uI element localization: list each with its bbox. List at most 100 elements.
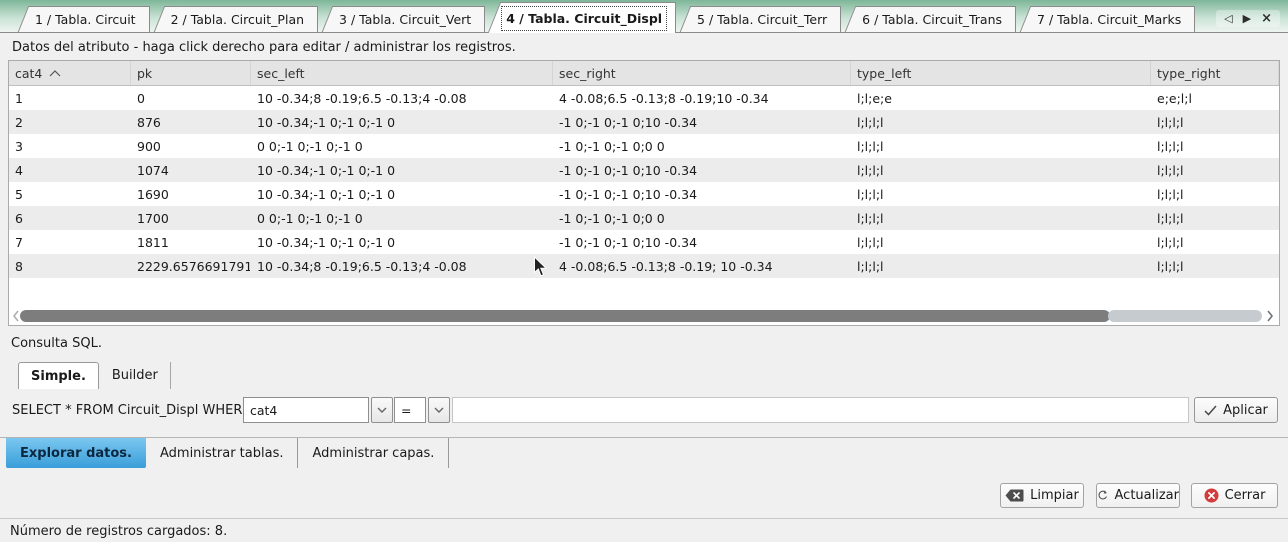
cell-sec_right[interactable]: -1 0;-1 0;-1 0;0 0 — [553, 134, 851, 158]
scrollbar-track[interactable] — [1108, 310, 1262, 322]
cell-sec_right[interactable]: -1 0;-1 0;-1 0;10 -0.34 — [553, 158, 851, 182]
cell-type_left[interactable]: l;l;l;l — [851, 182, 1151, 206]
cell-type_right[interactable]: l;l;l;l — [1151, 134, 1279, 158]
tab-close-icon[interactable]: × — [1261, 12, 1272, 25]
cell-sec_left[interactable]: 10 -0.34;-1 0;-1 0;-1 0 — [251, 182, 553, 206]
cell-pk[interactable]: 1811 — [131, 230, 251, 254]
column-header-label: type_right — [1157, 66, 1221, 81]
clear-button[interactable]: Limpiar — [1000, 483, 1084, 508]
table-tab[interactable]: 1 / Tabla. Circuit — [31, 6, 150, 32]
table-tab[interactable]: 2 / Tabla. Circuit_Plan — [167, 6, 318, 32]
cell-type_right[interactable]: l;l;l;l — [1151, 182, 1279, 206]
cell-type_right[interactable]: l;l;l;l — [1151, 206, 1279, 230]
cell-pk[interactable]: 1700 — [131, 206, 251, 230]
tab-simple[interactable]: Simple. — [18, 362, 99, 389]
column-select[interactable]: cat4 — [243, 397, 393, 423]
cell-pk[interactable]: 1690 — [131, 182, 251, 206]
cell-cat4[interactable]: 2 — [9, 110, 131, 134]
scroll-right-icon[interactable] — [1264, 309, 1276, 323]
column-header-sec_left[interactable]: sec_left — [251, 61, 553, 85]
cell-sec_right[interactable]: -1 0;-1 0;-1 0;0 0 — [553, 206, 851, 230]
cell-sec_right[interactable]: -1 0;-1 0;-1 0;10 -0.34 — [553, 230, 851, 254]
table-row[interactable]: 5169010 -0.34;-1 0;-1 0;-1 0-1 0;-1 0;-1… — [9, 182, 1279, 206]
column-header-type_left[interactable]: type_left — [851, 61, 1151, 85]
table-row[interactable]: 287610 -0.34;-1 0;-1 0;-1 0-1 0;-1 0;-1 … — [9, 110, 1279, 134]
cell-sec_left[interactable]: 10 -0.34;-1 0;-1 0;-1 0 — [251, 158, 553, 182]
table-row[interactable]: 82229.6576691791610 -0.34;8 -0.19;6.5 -0… — [9, 254, 1279, 278]
cell-pk[interactable]: 900 — [131, 134, 251, 158]
table-tab[interactable]: 6 / Tabla. Circuit_Trans — [858, 6, 1016, 32]
where-value-input[interactable] — [452, 397, 1189, 423]
table-row[interactable]: 7181110 -0.34;-1 0;-1 0;-1 0-1 0;-1 0;-1… — [9, 230, 1279, 254]
cell-type_left[interactable]: l;l;l;l — [851, 110, 1151, 134]
table-row[interactable]: 1010 -0.34;8 -0.19;6.5 -0.13;4 -0.084 -0… — [9, 86, 1279, 110]
cell-cat4[interactable]: 4 — [9, 158, 131, 182]
table-row[interactable]: 4107410 -0.34;-1 0;-1 0;-1 0-1 0;-1 0;-1… — [9, 158, 1279, 182]
tab-administrar-tablas-label: Administrar tablas. — [160, 446, 284, 461]
chevron-down-icon[interactable] — [428, 397, 450, 423]
table-body: 1010 -0.34;8 -0.19;6.5 -0.13;4 -0.084 -0… — [9, 86, 1279, 278]
cell-cat4[interactable]: 6 — [9, 206, 131, 230]
table-tab[interactable]: 4 / Tabla. Circuit_Displ — [502, 2, 676, 33]
cell-type_left[interactable]: l;l;l;l — [851, 254, 1151, 278]
cell-cat4[interactable]: 8 — [9, 254, 131, 278]
operator-select[interactable]: = — [394, 397, 450, 423]
apply-button[interactable]: Aplicar — [1194, 397, 1278, 423]
table-tab-label: 7 / Tabla. Circuit_Marks — [1037, 12, 1181, 27]
horizontal-scrollbar[interactable] — [10, 308, 1278, 324]
tab-explorar-datos[interactable]: Explorar datos. — [6, 438, 146, 468]
column-header-cat4[interactable]: cat4 — [9, 61, 131, 85]
table-row[interactable]: 39000 0;-1 0;-1 0;-1 0-1 0;-1 0;-1 0;0 0… — [9, 134, 1279, 158]
table-tab[interactable]: 3 / Tabla. Circuit_Vert — [335, 6, 485, 32]
cell-sec_right[interactable]: -1 0;-1 0;-1 0;10 -0.34 — [553, 182, 851, 206]
cell-pk[interactable]: 2229.65766917916 — [131, 254, 251, 278]
cell-type_left[interactable]: l;l;l;l — [851, 206, 1151, 230]
tab-scroll-right-icon[interactable]: ▶ — [1243, 13, 1251, 24]
cell-sec_left[interactable]: 10 -0.34;-1 0;-1 0;-1 0 — [251, 230, 553, 254]
cell-cat4[interactable]: 5 — [9, 182, 131, 206]
tab-administrar-capas[interactable]: Administrar capas. — [298, 438, 449, 468]
cell-type_right[interactable]: l;l;l;l — [1151, 230, 1279, 254]
cell-sec_left[interactable]: 0 0;-1 0;-1 0;-1 0 — [251, 206, 553, 230]
cell-sec_left[interactable]: 10 -0.34;-1 0;-1 0;-1 0 — [251, 110, 553, 134]
table-row[interactable]: 617000 0;-1 0;-1 0;-1 0-1 0;-1 0;-1 0;0 … — [9, 206, 1279, 230]
cell-sec_left[interactable]: 10 -0.34;8 -0.19;6.5 -0.13;4 -0.08 — [251, 86, 553, 110]
sort-asc-icon — [49, 70, 61, 77]
column-header-type_right[interactable]: type_right — [1151, 61, 1279, 85]
attribute-table: cat4pksec_leftsec_righttype_left type_rig… — [8, 60, 1280, 326]
operator-select-value[interactable]: = — [394, 397, 426, 423]
cell-sec_right[interactable]: -1 0;-1 0;-1 0;10 -0.34 — [553, 110, 851, 134]
column-header-pk[interactable]: pk — [131, 61, 251, 85]
table-tab[interactable]: 7 / Tabla. Circuit_Marks — [1033, 6, 1195, 32]
table-tab[interactable]: 5 / Tabla. Circuit_Terr — [693, 6, 841, 32]
cell-sec_right[interactable]: 4 -0.08;6.5 -0.13;8 -0.19; 10 -0.34 — [553, 254, 851, 278]
chevron-down-icon[interactable] — [371, 397, 393, 423]
clear-button-label: Limpiar — [1030, 488, 1079, 503]
bottom-mode-tabs: Explorar datos. Administrar tablas. Admi… — [6, 438, 449, 468]
tab-scroll-left-icon[interactable]: ◁ — [1224, 13, 1232, 24]
scrollbar-thumb[interactable] — [20, 310, 1110, 322]
cell-sec_left[interactable]: 10 -0.34;8 -0.19;6.5 -0.13;4 -0.08 — [251, 254, 553, 278]
cell-type_left[interactable]: l;l;l;l — [851, 158, 1151, 182]
cell-sec_left[interactable]: 0 0;-1 0;-1 0;-1 0 — [251, 134, 553, 158]
cell-type_right[interactable]: l;l;l;l — [1151, 254, 1279, 278]
cell-type_left[interactable]: l;l;e;e — [851, 86, 1151, 110]
cell-sec_right[interactable]: 4 -0.08;6.5 -0.13;8 -0.19;10 -0.34 — [553, 86, 851, 110]
cell-cat4[interactable]: 1 — [9, 86, 131, 110]
cell-type_right[interactable]: l;l;l;l — [1151, 158, 1279, 182]
cell-type_right[interactable]: l;l;l;l — [1151, 110, 1279, 134]
tab-builder[interactable]: Builder — [100, 362, 171, 389]
close-button[interactable]: Cerrar — [1191, 483, 1278, 508]
cell-cat4[interactable]: 7 — [9, 230, 131, 254]
cell-type_left[interactable]: l;l;l;l — [851, 230, 1151, 254]
cell-pk[interactable]: 876 — [131, 110, 251, 134]
cell-pk[interactable]: 0 — [131, 86, 251, 110]
cell-type_left[interactable]: l;l;l;l — [851, 134, 1151, 158]
cell-cat4[interactable]: 3 — [9, 134, 131, 158]
tab-administrar-tablas[interactable]: Administrar tablas. — [146, 438, 299, 468]
column-select-value[interactable]: cat4 — [243, 397, 369, 423]
cell-type_right[interactable]: e;e;l;l — [1151, 86, 1279, 110]
cell-pk[interactable]: 1074 — [131, 158, 251, 182]
column-header-sec_right[interactable]: sec_right — [553, 61, 851, 85]
reload-button[interactable]: Actualizar — [1096, 483, 1180, 508]
